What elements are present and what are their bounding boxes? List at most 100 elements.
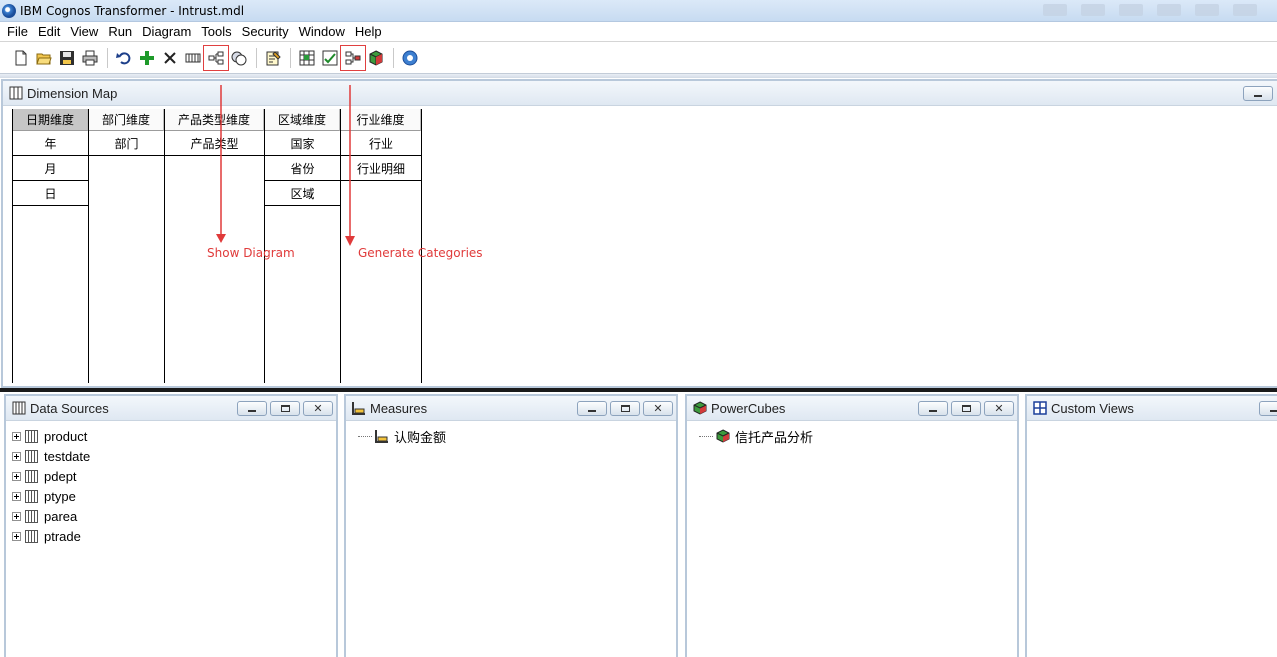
generate-categories-button[interactable] bbox=[340, 45, 366, 71]
dimension-map-panel: Dimension Map 日期维度 年 月 日 部门维度 部门 产品类型维度 … bbox=[1, 79, 1277, 388]
close-button[interactable]: ✕ bbox=[303, 401, 333, 416]
menu-security[interactable]: Security bbox=[239, 24, 296, 39]
menu-edit[interactable]: Edit bbox=[35, 24, 67, 39]
new-button[interactable] bbox=[10, 47, 32, 69]
title-bar: IBM Cognos Transformer - Intrust.mdl bbox=[0, 0, 1277, 22]
minimize-icon bbox=[929, 409, 937, 412]
maximize-button[interactable] bbox=[610, 401, 640, 416]
data-source-icon bbox=[12, 401, 26, 415]
tree-item-testdate[interactable]: testdate bbox=[12, 446, 90, 466]
minimize-button[interactable] bbox=[918, 401, 948, 416]
measure-icon bbox=[352, 402, 365, 415]
tree-item-product[interactable]: product bbox=[12, 426, 90, 446]
dimension-header[interactable]: 日期维度 bbox=[13, 109, 88, 131]
help-button[interactable] bbox=[399, 47, 421, 69]
minimize-button[interactable] bbox=[577, 401, 607, 416]
tree-item-label: ptype bbox=[44, 488, 76, 504]
table-icon bbox=[25, 449, 38, 463]
table-icon bbox=[25, 529, 38, 543]
open-button[interactable] bbox=[33, 47, 55, 69]
tree-item-label: pdept bbox=[44, 468, 77, 484]
level-cell[interactable]: 行业 bbox=[341, 131, 421, 156]
level-cell[interactable]: 月 bbox=[13, 156, 88, 181]
toolbar-separator bbox=[107, 48, 108, 68]
check-model-button[interactable] bbox=[228, 47, 250, 69]
print-button[interactable] bbox=[79, 47, 101, 69]
show-scope-button[interactable] bbox=[296, 47, 318, 69]
close-button[interactable]: ✕ bbox=[984, 401, 1014, 416]
dimension-map-title: Dimension Map bbox=[27, 85, 118, 101]
edit-properties-button[interactable] bbox=[262, 47, 284, 69]
blurred-control bbox=[1081, 4, 1105, 16]
level-cell[interactable]: 省份 bbox=[265, 156, 340, 181]
dimension-header[interactable]: 部门维度 bbox=[89, 109, 164, 131]
level-cell[interactable]: 部门 bbox=[89, 131, 164, 156]
measures-header: Measures ✕ bbox=[346, 396, 676, 421]
menu-diagram[interactable]: Diagram bbox=[139, 24, 198, 39]
table-icon bbox=[25, 489, 38, 503]
dimension-header[interactable]: 产品类型维度 bbox=[165, 109, 264, 131]
tree-item-powercube[interactable]: 信托产品分析 bbox=[693, 426, 813, 446]
show-diagram-button[interactable] bbox=[203, 45, 229, 71]
level-cell[interactable]: 产品类型 bbox=[165, 131, 264, 156]
expand-icon[interactable] bbox=[12, 531, 21, 541]
level-cell[interactable]: 国家 bbox=[265, 131, 340, 156]
expand-icon[interactable] bbox=[12, 471, 21, 481]
delete-button[interactable] bbox=[159, 47, 181, 69]
minimize-icon bbox=[588, 409, 596, 412]
level-cell[interactable]: 日 bbox=[13, 181, 88, 206]
tree-item-pdept[interactable]: pdept bbox=[12, 466, 90, 486]
minimize-button[interactable] bbox=[1259, 401, 1277, 416]
custom-views-window-buttons bbox=[1259, 401, 1277, 416]
tree-item-ptrade[interactable]: ptrade bbox=[12, 526, 90, 546]
menu-tools[interactable]: Tools bbox=[198, 24, 238, 39]
measures-panel: Measures ✕ 认购金额 bbox=[344, 394, 678, 657]
data-sources-window-buttons: ✕ bbox=[237, 401, 333, 416]
dimension-column[interactable]: 部门维度 部门 bbox=[89, 109, 165, 383]
minimize-button[interactable] bbox=[237, 401, 267, 416]
minimize-button[interactable] bbox=[1243, 86, 1273, 101]
menu-file[interactable]: File bbox=[4, 24, 35, 39]
tree-item-measure[interactable]: 认购金额 bbox=[352, 426, 446, 446]
add-button[interactable] bbox=[136, 47, 158, 69]
level-cell[interactable]: 行业明细 bbox=[341, 156, 421, 181]
title-bar-controls bbox=[1043, 4, 1257, 16]
tree-item-label: 认购金额 bbox=[394, 429, 447, 445]
menu-view[interactable]: View bbox=[67, 24, 105, 39]
add-icon bbox=[140, 51, 154, 65]
expand-icon[interactable] bbox=[12, 451, 21, 461]
dimension-header[interactable]: 行业维度 bbox=[341, 109, 421, 131]
create-powercube-button[interactable] bbox=[365, 47, 387, 69]
expand-icon[interactable] bbox=[12, 431, 21, 441]
menu-run[interactable]: Run bbox=[105, 24, 139, 39]
minimize-icon bbox=[1270, 409, 1277, 412]
menu-window[interactable]: Window bbox=[296, 24, 352, 39]
insert-column-button[interactable] bbox=[182, 47, 204, 69]
tree-item-parea[interactable]: parea bbox=[12, 506, 90, 526]
maximize-button[interactable] bbox=[270, 401, 300, 416]
powercubes-window-buttons: ✕ bbox=[918, 401, 1014, 416]
blurred-control bbox=[1119, 4, 1143, 16]
expand-icon[interactable] bbox=[12, 491, 21, 501]
tree-item-ptype[interactable]: ptype bbox=[12, 486, 90, 506]
expand-icon[interactable] bbox=[12, 511, 21, 521]
save-button[interactable] bbox=[56, 47, 78, 69]
table-icon bbox=[25, 509, 38, 523]
level-cell[interactable]: 年 bbox=[13, 131, 88, 156]
close-button[interactable]: ✕ bbox=[643, 401, 673, 416]
dimension-header[interactable]: 区域维度 bbox=[265, 109, 340, 131]
splitter-bar[interactable] bbox=[0, 388, 1277, 392]
maximize-button[interactable] bbox=[951, 401, 981, 416]
maximize-icon bbox=[961, 405, 971, 412]
level-cell[interactable]: 区域 bbox=[265, 181, 340, 206]
menu-help[interactable]: Help bbox=[352, 24, 389, 39]
save-icon bbox=[60, 51, 74, 65]
undo-button[interactable] bbox=[113, 47, 135, 69]
powercubes-panel: PowerCubes ✕ 信托产品分析 bbox=[685, 394, 1019, 657]
help-icon bbox=[402, 50, 418, 66]
dimension-column[interactable]: 日期维度 年 月 日 bbox=[12, 109, 89, 383]
powercube-check-button[interactable] bbox=[319, 47, 341, 69]
blurred-control bbox=[1157, 4, 1181, 16]
data-sources-title: Data Sources bbox=[30, 400, 109, 416]
check-model-icon bbox=[231, 51, 247, 66]
